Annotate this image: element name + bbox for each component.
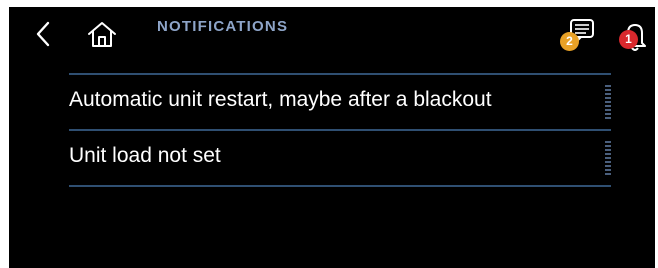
- alarms-count-badge: 1: [619, 30, 638, 49]
- notification-item[interactable]: Automatic unit restart, maybe after a bl…: [69, 75, 611, 129]
- home-button[interactable]: [85, 19, 119, 49]
- notifications-list: Automatic unit restart, maybe after a bl…: [69, 73, 611, 187]
- notifications-screen: NOTIFICATIONS 2 1 Automatic unit restart…: [9, 7, 655, 268]
- drag-handle-icon[interactable]: [605, 141, 611, 175]
- chevron-left-icon: [36, 21, 50, 47]
- page-title: NOTIFICATIONS: [157, 18, 289, 35]
- home-icon: [88, 22, 116, 47]
- notification-text: Automatic unit restart, maybe after a bl…: [69, 88, 492, 111]
- notification-item[interactable]: Unit load not set: [69, 131, 611, 185]
- back-button[interactable]: [31, 19, 55, 49]
- divider: [69, 185, 611, 187]
- drag-handle-icon[interactable]: [605, 85, 611, 119]
- alarms-button[interactable]: 1: [616, 19, 652, 53]
- messages-count-badge: 2: [560, 32, 579, 51]
- notification-text: Unit load not set: [69, 144, 221, 167]
- messages-button[interactable]: 2: [560, 15, 598, 51]
